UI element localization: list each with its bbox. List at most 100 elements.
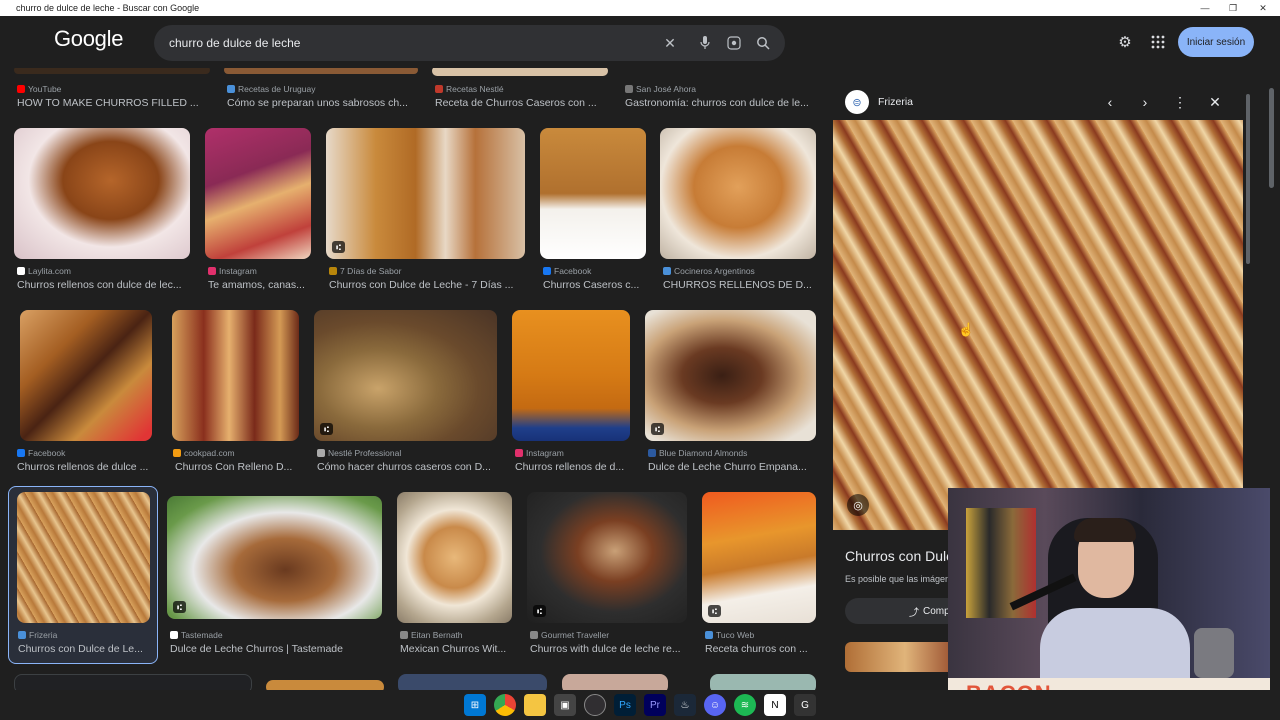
spotify-icon[interactable]: ≋ bbox=[734, 694, 756, 716]
source-favicon-icon bbox=[329, 267, 337, 275]
close-window-icon[interactable]: ✕ bbox=[1248, 0, 1278, 16]
premiere-icon[interactable]: Pr bbox=[644, 694, 666, 716]
source-favicon-icon bbox=[227, 85, 235, 93]
preview-description: Es posible que las imágen bbox=[845, 574, 951, 584]
result-title[interactable]: Churros Con Relleno D... bbox=[175, 461, 297, 473]
source-favicon-icon bbox=[17, 267, 25, 275]
result-source: Frizeria bbox=[18, 630, 57, 640]
result-image[interactable]: ⑆ bbox=[314, 310, 497, 441]
result-source: Facebook bbox=[17, 448, 65, 458]
result-title[interactable]: Churros rellenos con dulce de lec... bbox=[17, 279, 189, 291]
result-image[interactable] bbox=[205, 128, 311, 259]
result-source: cookpad.com bbox=[173, 448, 235, 458]
result-source: YouTube bbox=[17, 84, 61, 94]
lens-search-icon[interactable]: ◎ bbox=[847, 494, 869, 516]
result-image[interactable] bbox=[660, 128, 816, 259]
preview-title[interactable]: Churros con Dulc bbox=[845, 548, 953, 564]
result-source: Instagram bbox=[208, 266, 257, 276]
mouse-cursor-icon: ☝ bbox=[958, 322, 975, 337]
video-icon: ⑆ bbox=[708, 605, 721, 617]
source-favicon-icon bbox=[173, 449, 181, 457]
result-title[interactable]: Dulce de Leche Churro Empana... bbox=[648, 461, 814, 473]
notion-icon[interactable]: N bbox=[764, 694, 786, 716]
result-title[interactable]: Dulce de Leche Churros | Tastemade bbox=[170, 643, 382, 655]
app-icon[interactable]: ▣ bbox=[554, 694, 576, 716]
result-title[interactable]: Te amamos, canas... bbox=[208, 279, 312, 291]
more-options-icon[interactable]: ⋮ bbox=[1170, 92, 1190, 112]
source-favicon-icon bbox=[18, 631, 26, 639]
lens-icon[interactable] bbox=[724, 33, 744, 53]
windows-taskbar: ⊞ ▣ Ps Pr ♨ ☺ ≋ N G bbox=[0, 690, 1280, 720]
file-explorer-icon[interactable] bbox=[524, 694, 546, 716]
result-title[interactable]: Churros con Dulce de Leche - 7 Días ... bbox=[329, 279, 524, 291]
result-source: Instagram bbox=[515, 448, 564, 458]
apps-grid-icon[interactable] bbox=[1148, 32, 1168, 52]
signin-button[interactable]: Iniciar sesión bbox=[1178, 27, 1254, 57]
result-image[interactable]: ⑆ bbox=[167, 496, 382, 619]
preview-source-name[interactable]: Frizeria bbox=[878, 96, 913, 108]
webcam-overlay: BACON bbox=[948, 488, 1270, 710]
windows-start-icon[interactable]: ⊞ bbox=[464, 694, 486, 716]
result-title[interactable]: Cómo se preparan unos sabrosos ch... bbox=[227, 97, 417, 109]
result-title[interactable]: Mexican Churros Wit... bbox=[400, 643, 512, 655]
source-favicon-icon bbox=[515, 449, 523, 457]
obs-icon[interactable] bbox=[584, 694, 606, 716]
result-source: Tuco Web bbox=[705, 630, 754, 640]
result-image[interactable] bbox=[172, 310, 299, 441]
preview-image[interactable]: ◎ bbox=[833, 120, 1243, 530]
photoshop-icon[interactable]: Ps bbox=[614, 694, 636, 716]
source-favicon-icon bbox=[17, 85, 25, 93]
result-image[interactable]: ⑆ bbox=[326, 128, 525, 259]
result-title[interactable]: Cómo hacer churros caseros con D... bbox=[317, 461, 497, 473]
next-icon[interactable]: › bbox=[1135, 92, 1155, 112]
result-image[interactable] bbox=[17, 492, 150, 623]
search-icon[interactable] bbox=[753, 33, 773, 53]
result-title[interactable]: Churros Caseros c... bbox=[543, 279, 647, 291]
result-source: Laylita.com bbox=[17, 266, 71, 276]
related-image[interactable] bbox=[845, 642, 965, 672]
previous-icon[interactable]: ‹ bbox=[1100, 92, 1120, 112]
result-title[interactable]: Gastronomía: churros con dulce de le... bbox=[625, 97, 820, 109]
result-title[interactable]: CHURROS RELLENOS DE D... bbox=[663, 279, 817, 291]
result-image[interactable] bbox=[20, 310, 152, 441]
result-source: Cocineros Argentinos bbox=[663, 266, 755, 276]
discord-icon[interactable]: ☺ bbox=[704, 694, 726, 716]
close-preview-icon[interactable]: ✕ bbox=[1205, 92, 1225, 112]
source-favicon-icon bbox=[400, 631, 408, 639]
result-image[interactable] bbox=[14, 128, 190, 259]
result-title[interactable]: Churros con Dulce de Le... bbox=[18, 643, 146, 655]
result-image[interactable]: ⑆ bbox=[702, 492, 816, 623]
result-image[interactable] bbox=[512, 310, 630, 441]
result-source: Tastemade bbox=[170, 630, 223, 640]
google-logo[interactable]: Google bbox=[54, 26, 123, 52]
result-title[interactable]: Receta de Churros Caseros con ... bbox=[435, 97, 615, 109]
result-image[interactable] bbox=[397, 492, 512, 623]
result-image[interactable] bbox=[540, 128, 646, 259]
settings-gear-icon[interactable]: ⚙ bbox=[1115, 32, 1135, 52]
result-source: Recetas Nestlé bbox=[435, 84, 504, 94]
result-title[interactable]: Receta churros con ... bbox=[705, 643, 817, 655]
window-title: churro de dulce de leche - Buscar con Go… bbox=[16, 3, 200, 13]
panel-scrollbar[interactable] bbox=[1244, 84, 1252, 490]
search-box[interactable]: churro de dulce de leche ✕ bbox=[154, 25, 785, 61]
result-title[interactable]: Churros with dulce de leche re... bbox=[530, 643, 687, 655]
clear-icon[interactable]: ✕ bbox=[660, 33, 680, 53]
search-input[interactable]: churro de dulce de leche bbox=[169, 36, 300, 50]
app-icon[interactable]: G bbox=[794, 694, 816, 716]
voice-search-icon[interactable] bbox=[695, 33, 715, 53]
result-title[interactable]: HOW TO MAKE CHURROS FILLED ... bbox=[17, 97, 207, 109]
source-favicon-icon bbox=[530, 631, 538, 639]
result-title[interactable]: Churros rellenos de dulce ... bbox=[17, 461, 153, 473]
source-favicon-icon bbox=[625, 85, 633, 93]
result-title[interactable]: Churros rellenos de d... bbox=[515, 461, 630, 473]
result-image[interactable]: ⑆ bbox=[645, 310, 816, 441]
result-source: San José Ahora bbox=[625, 84, 696, 94]
steam-icon[interactable]: ♨ bbox=[674, 694, 696, 716]
chrome-icon[interactable] bbox=[494, 694, 516, 716]
source-avatar[interactable]: ⊜ bbox=[845, 90, 869, 114]
maximize-icon[interactable]: ❐ bbox=[1218, 0, 1248, 16]
minimize-icon[interactable]: — bbox=[1190, 0, 1220, 16]
source-favicon-icon bbox=[170, 631, 178, 639]
result-image[interactable]: ⑆ bbox=[527, 492, 687, 623]
result-source: 7 Días de Sabor bbox=[329, 266, 401, 276]
